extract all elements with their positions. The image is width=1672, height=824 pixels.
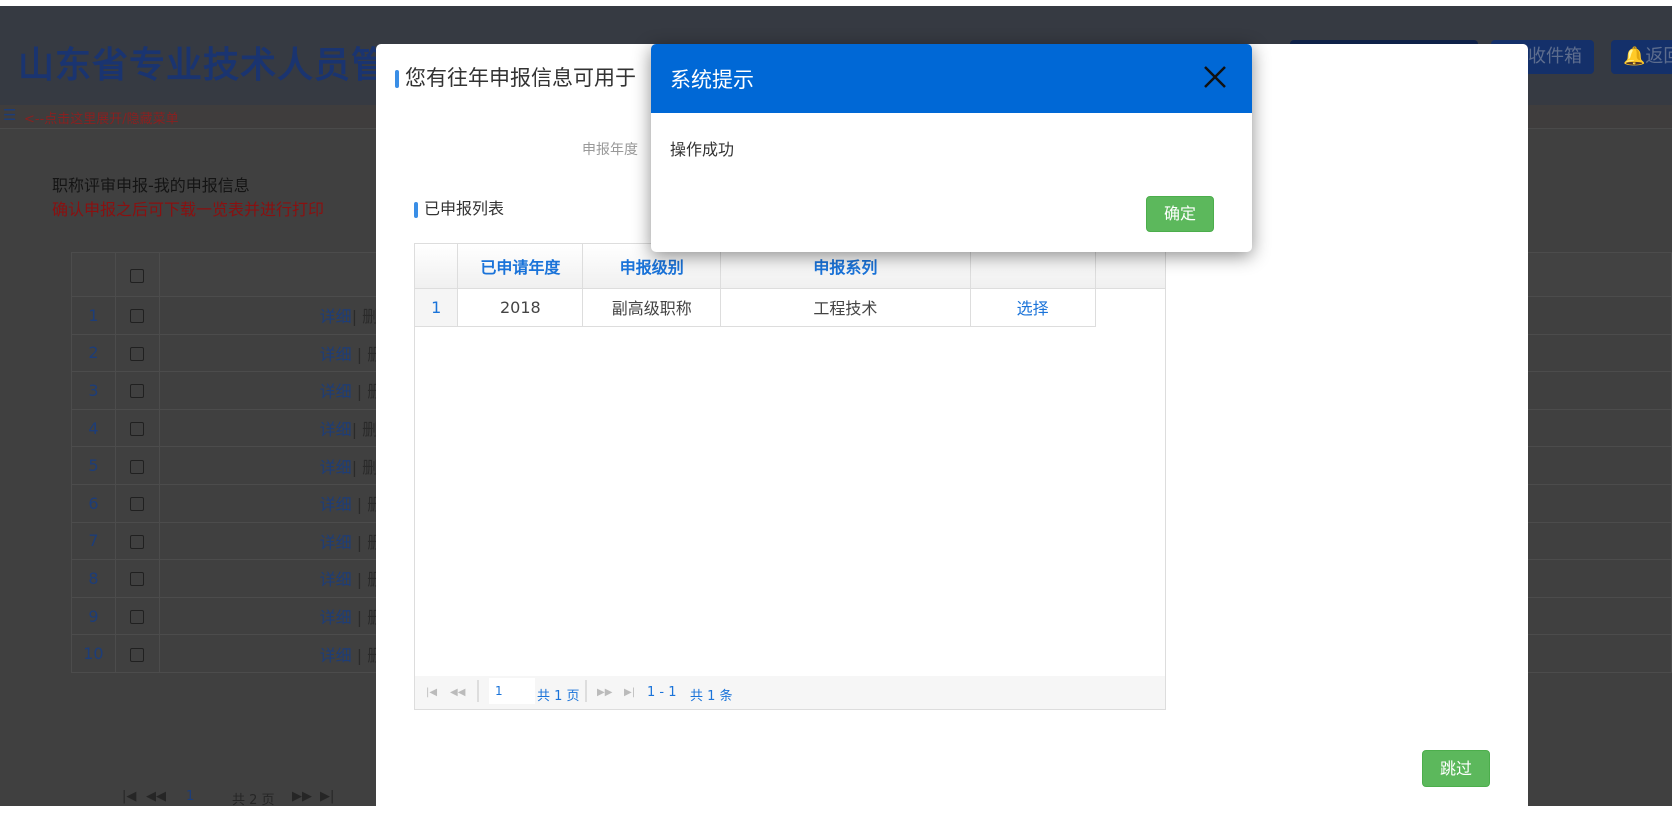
cell-year: 2018 bbox=[457, 288, 584, 327]
detail-link[interactable]: 详细 bbox=[320, 495, 352, 514]
row-checkbox[interactable] bbox=[130, 384, 145, 399]
detail-link[interactable]: 详细 bbox=[320, 533, 352, 552]
bell-icon: 🔔 bbox=[1623, 46, 1646, 67]
column-header-index bbox=[415, 244, 459, 289]
prev-page-icon[interactable]: ◀◀ bbox=[450, 687, 465, 698]
row-number: 4 bbox=[71, 408, 116, 448]
row-number: 3 bbox=[71, 371, 116, 410]
total-pages: 共 2 页 bbox=[232, 793, 275, 808]
close-icon[interactable] bbox=[1200, 62, 1230, 92]
back-button[interactable]: 🔔返回 bbox=[1611, 40, 1672, 74]
detail-link[interactable]: 详细 bbox=[320, 420, 352, 439]
detail-link[interactable]: 详细 bbox=[320, 570, 352, 589]
row-number: 1 bbox=[71, 296, 116, 335]
page-heading: 职称评审申报-我的申报信息 bbox=[52, 176, 250, 195]
row-checkbox[interactable] bbox=[130, 647, 145, 662]
next-page-icon[interactable]: ▶▶ bbox=[597, 687, 612, 698]
table-row: 1 2018 副高级职称 工程技术 选择 bbox=[415, 288, 1165, 327]
background-pager: |◀ ◀◀ 1 共 2 页 ▶▶ ▶| bbox=[0, 789, 360, 808]
cell-series: 工程技术 bbox=[720, 288, 971, 327]
row-checkbox[interactable] bbox=[130, 309, 145, 324]
total-items: 共 1 条 bbox=[690, 689, 733, 704]
page-input[interactable]: 1 bbox=[489, 678, 535, 704]
detail-link[interactable]: 详细 bbox=[320, 646, 352, 665]
detail-link[interactable]: 详细 bbox=[320, 382, 352, 401]
row-number: 8 bbox=[71, 559, 116, 598]
row-checkbox[interactable] bbox=[130, 610, 145, 625]
page-note: 确认申报之后可下载一览表并进行打印 bbox=[52, 200, 325, 219]
total-pages: 共 1 页 bbox=[537, 689, 580, 704]
prev-page-icon[interactable]: ◀◀ bbox=[146, 789, 166, 804]
skip-button[interactable]: 跳过 bbox=[1422, 750, 1490, 787]
row-number: 9 bbox=[71, 596, 116, 636]
column-header-year: 已申请年度 bbox=[457, 244, 584, 289]
last-page-icon[interactable]: ▶| bbox=[320, 789, 334, 804]
page-range: 1 - 1 bbox=[647, 685, 677, 700]
row-number: 5 bbox=[71, 446, 116, 485]
row-number: 6 bbox=[71, 483, 116, 523]
row-number: 7 bbox=[71, 521, 116, 561]
select-all-checkbox[interactable] bbox=[130, 268, 145, 283]
row-checkbox[interactable] bbox=[130, 422, 145, 437]
declared-list-grid: 已申请年度 申报级别 申报系列 1 2018 副高级职称 工程技术 选择 |◀ … bbox=[414, 243, 1166, 710]
next-page-icon[interactable]: ▶▶ bbox=[292, 789, 312, 804]
detail-link[interactable]: 详细 bbox=[320, 345, 352, 364]
cell-level: 副高级职称 bbox=[582, 288, 722, 327]
page-input[interactable]: 1 bbox=[186, 789, 194, 804]
first-page-icon[interactable]: |◀ bbox=[122, 789, 136, 804]
detail-link[interactable]: 详细 bbox=[320, 307, 352, 326]
row-checkbox[interactable] bbox=[130, 459, 145, 474]
alert-header: 系统提示 bbox=[651, 44, 1252, 113]
detail-link[interactable]: 详细 bbox=[320, 608, 352, 627]
alert-title: 系统提示 bbox=[670, 68, 754, 92]
row-checkbox[interactable] bbox=[130, 534, 145, 549]
list-title: 已申报列表 bbox=[414, 195, 504, 219]
modal-title: 您有往年申报信息可用于 bbox=[395, 62, 636, 92]
row-number: 10 bbox=[71, 634, 116, 673]
menu-toggle-label: <--点击这里展开/隐藏菜单 bbox=[24, 112, 179, 127]
row-checkbox[interactable] bbox=[130, 346, 145, 361]
ok-button[interactable]: 确定 bbox=[1146, 196, 1214, 232]
row-number: 2 bbox=[71, 333, 116, 373]
row-checkbox[interactable] bbox=[130, 497, 145, 512]
grid-pager: |◀ ◀◀ 1 共 1 页 ▶▶ ▶| 1 - 1 共 1 条 bbox=[415, 676, 1165, 709]
select-link[interactable]: 选择 bbox=[970, 288, 1096, 327]
first-page-icon[interactable]: |◀ bbox=[426, 687, 437, 698]
row-checkbox[interactable] bbox=[130, 572, 145, 587]
last-page-icon[interactable]: ▶| bbox=[624, 687, 635, 698]
row-number: 1 bbox=[415, 288, 459, 327]
year-label: 申报年度 bbox=[582, 142, 638, 158]
detail-link[interactable]: 详细 bbox=[320, 458, 352, 477]
list-icon: ☰ bbox=[3, 106, 17, 124]
alert-message: 操作成功 bbox=[670, 140, 735, 159]
system-alert-dialog: 系统提示 操作成功 确定 bbox=[651, 44, 1252, 252]
